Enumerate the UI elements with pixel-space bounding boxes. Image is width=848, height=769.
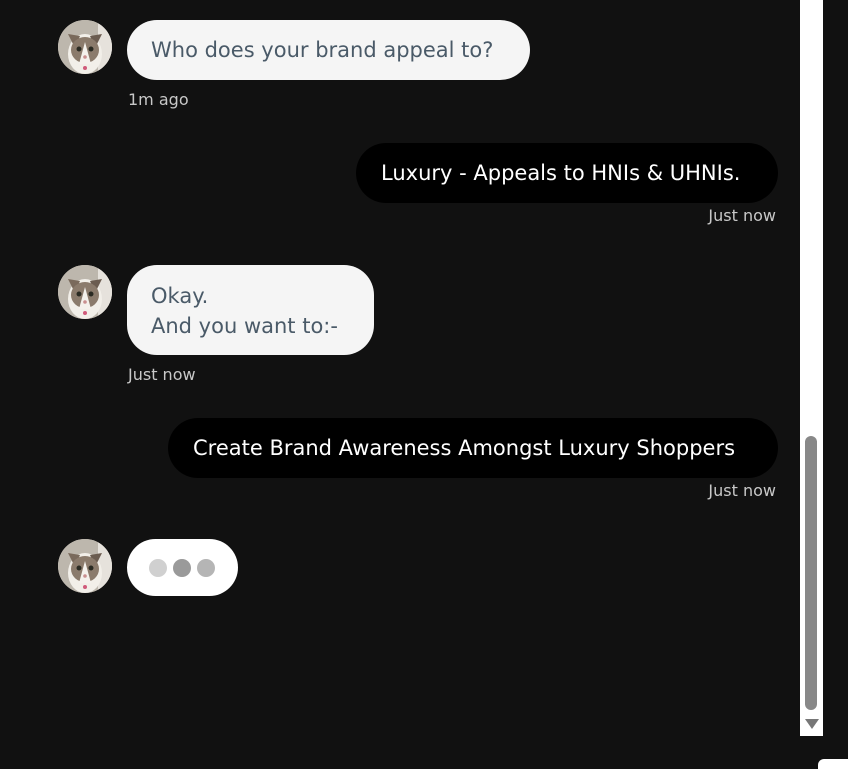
scrollbar-thumb[interactable] (805, 436, 817, 710)
bot-message-text: Who does your brand appeal to? (151, 38, 494, 62)
bot-avatar (58, 539, 112, 593)
scroll-down-arrow-icon[interactable] (805, 719, 819, 729)
chat-scrollbar[interactable] (800, 0, 823, 736)
bot-message-bubble: Okay. And you want to:- (127, 265, 374, 355)
user-message-text: Luxury - Appeals to HNIs & UHNIs. (381, 161, 741, 185)
user-message-bubble: Create Brand Awareness Amongst Luxury Sh… (168, 418, 778, 478)
cat-avatar-icon (58, 265, 112, 319)
corner-panel (818, 759, 848, 769)
message-timestamp: Just now (708, 481, 776, 500)
bot-message-bubble: Who does your brand appeal to? (127, 20, 530, 80)
bot-message-line: Okay. (151, 284, 209, 308)
user-message-bubble: Luxury - Appeals to HNIs & UHNIs. (356, 143, 778, 203)
chat-thread: Who does your brand appeal to? 1m ago Lu… (0, 0, 800, 764)
typing-dot (197, 559, 215, 577)
message-timestamp: 1m ago (128, 90, 189, 109)
user-message-text: Create Brand Awareness Amongst Luxury Sh… (193, 436, 736, 460)
bot-message-line: And you want to:- (151, 314, 338, 338)
typing-indicator (127, 539, 238, 596)
typing-dot (173, 559, 191, 577)
cat-avatar-icon (58, 539, 112, 593)
message-timestamp: Just now (708, 206, 776, 225)
bot-avatar (58, 20, 112, 74)
message-timestamp: Just now (128, 365, 196, 384)
typing-dot (149, 559, 167, 577)
cat-avatar-icon (58, 20, 112, 74)
bot-avatar (58, 265, 112, 319)
